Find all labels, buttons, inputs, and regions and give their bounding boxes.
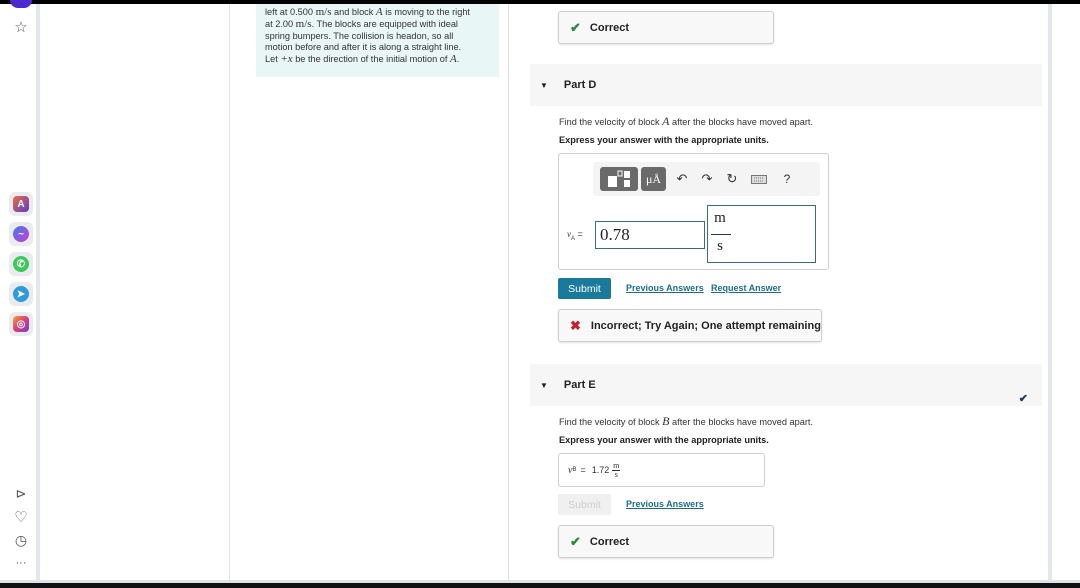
var-subscript: B	[572, 467, 577, 473]
app-window: ☆ A ~ ✆ ➤ ◎ ⊳ ♡ ◷ ··· left at 0.500 m/s …	[0, 0, 1080, 580]
sidebar-app-arc[interactable]: A	[9, 192, 33, 216]
collapse-triangle-icon: ▼	[540, 380, 548, 390]
text: Let	[265, 54, 281, 65]
unit-denominator: s	[614, 469, 618, 479]
unit-denominator: s	[717, 238, 723, 254]
keyboard-glyph	[751, 174, 767, 184]
math-var: +x	[280, 53, 293, 66]
part-e-answer-display: vB = 1.72 m s	[558, 453, 765, 487]
more-icon[interactable]: ···	[9, 551, 33, 575]
math-var: A	[375, 6, 383, 18]
part-e-feedback: ✔ Correct	[558, 525, 774, 558]
part-title: Part D	[563, 79, 597, 91]
feedback-text: Incorrect; Try Again; One attempt remain…	[590, 319, 821, 332]
value-input[interactable]: 0.78	[595, 221, 705, 249]
messenger-icon: ~	[13, 226, 29, 242]
whatsapp-icon: ✆	[13, 256, 29, 272]
problem-line: Let +x be the direction of the initial m…	[265, 53, 490, 66]
heart-icon[interactable]: ♡	[9, 505, 33, 529]
feedback-text: Correct	[589, 535, 630, 548]
check-icon: ✔	[570, 19, 581, 35]
text: left at 0.500	[265, 7, 316, 17]
left-blank-panel	[44, 4, 230, 580]
math-var: B	[662, 414, 670, 428]
part-d-header[interactable]: ▼ Part D	[530, 64, 1042, 106]
request-answer-link[interactable]: Request Answer	[711, 283, 781, 293]
part-d-instruction: Express your answer with the appropriate…	[559, 135, 769, 145]
equals-sign: =	[580, 465, 586, 475]
x-icon: ✖	[570, 317, 581, 333]
text: and block	[331, 7, 376, 17]
math-var: A	[449, 53, 457, 66]
undo-icon[interactable]: ↶	[673, 167, 691, 191]
unit-numerator: m	[714, 210, 726, 226]
active-indicator	[10, 0, 32, 8]
parts-column: ✔ Correct ▼ Part D Find the velocity of …	[510, 4, 1050, 580]
part-e-instruction: Express your answer with the appropriate…	[559, 435, 769, 445]
template-icon	[608, 170, 630, 187]
feedback-text: Correct	[589, 21, 630, 34]
keyboard-icon[interactable]	[749, 167, 769, 191]
part-e-question: Find the velocity of block B after the b…	[559, 414, 813, 429]
math-toolbar: μÅ ↶ ↷ ↻ ?	[593, 162, 820, 196]
problem-line: at 2.00 m/s. The blocks are equipped wit…	[265, 17, 490, 31]
telegram-icon: ➤	[13, 286, 29, 302]
part-e-header[interactable]: ▼ Part E ✔	[530, 364, 1042, 406]
problem-line: spring bumpers. The collision is headon,…	[265, 30, 454, 41]
text: after the blocks have moved apart.	[669, 117, 814, 127]
text: after the blocks have moved apart.	[669, 417, 814, 427]
equals-sign: =	[577, 229, 583, 239]
template-button[interactable]	[600, 167, 638, 191]
check-icon: ✔	[570, 533, 581, 549]
unit: m/s	[295, 17, 312, 30]
text: at 2.00	[265, 18, 296, 29]
fraction-bar	[711, 234, 731, 235]
unit-numerator: m	[613, 460, 620, 470]
completed-check-icon: ✔	[1018, 393, 1028, 405]
sidebar-app-whatsapp[interactable]: ✆	[9, 252, 33, 276]
part-title: Part E	[563, 379, 596, 391]
part-d-previous-answers-link[interactable]: Previous Answers	[626, 283, 704, 293]
part-d-question: Find the velocity of block A after the b…	[559, 114, 813, 129]
unit: m/s	[315, 6, 332, 18]
instagram-icon: ◎	[13, 316, 29, 332]
bottom-edge	[0, 580, 1080, 583]
part-c-feedback: ✔ Correct	[558, 11, 774, 44]
collapse-triangle-icon: ▼	[540, 80, 548, 90]
reset-icon[interactable]: ↻	[723, 167, 741, 191]
text: Find the velocity of block	[559, 117, 663, 127]
problem-column: left at 0.500 m/s and block A is moving …	[231, 4, 509, 580]
text: Find the velocity of block	[559, 417, 663, 427]
units-button[interactable]: μÅ	[641, 167, 666, 191]
scrollbar[interactable]	[1048, 4, 1080, 580]
part-d-submit-button[interactable]: Submit	[558, 278, 611, 299]
arc-icon: A	[13, 196, 29, 212]
part-e-previous-answers-link[interactable]: Previous Answers	[626, 499, 704, 509]
help-button[interactable]: ?	[779, 167, 795, 191]
math-var: A	[662, 114, 670, 128]
part-e-submit-button: Submit	[558, 494, 611, 515]
part-d-feedback: ✖ Incorrect; Try Again; One attempt rema…	[558, 309, 822, 342]
units-input[interactable]: m s	[707, 205, 816, 263]
text: be the direction of the initial motion o…	[292, 54, 450, 65]
text: . The blocks are equipped with ideal	[311, 18, 458, 29]
window-bottom-bar	[0, 580, 1080, 588]
sidebar-app-messenger[interactable]: ~	[9, 222, 33, 246]
sidebar-app-telegram[interactable]: ➤	[9, 282, 33, 306]
sidebar-app-instagram[interactable]: ◎	[9, 312, 33, 336]
text: .	[456, 54, 460, 65]
text: is moving to the right	[382, 7, 470, 17]
answer-value: 1.72	[591, 465, 610, 475]
clock-icon[interactable]: ◷	[9, 528, 33, 552]
browser-sidebar: ☆ A ~ ✆ ➤ ◎ ⊳ ♡ ◷ ···	[0, 0, 40, 580]
answer-units: m s	[612, 460, 621, 479]
variable-label: vA =	[567, 229, 583, 242]
star-icon[interactable]: ☆	[9, 15, 33, 39]
problem-statement: left at 0.500 m/s and block A is moving …	[256, 4, 499, 77]
part-d-answer-panel: μÅ ↶ ↷ ↻ ? vA = 0.78 m s	[558, 153, 829, 270]
var-subscript: A	[571, 235, 576, 242]
redo-icon[interactable]: ↷	[698, 167, 716, 191]
play-icon[interactable]: ⊳	[9, 482, 33, 506]
